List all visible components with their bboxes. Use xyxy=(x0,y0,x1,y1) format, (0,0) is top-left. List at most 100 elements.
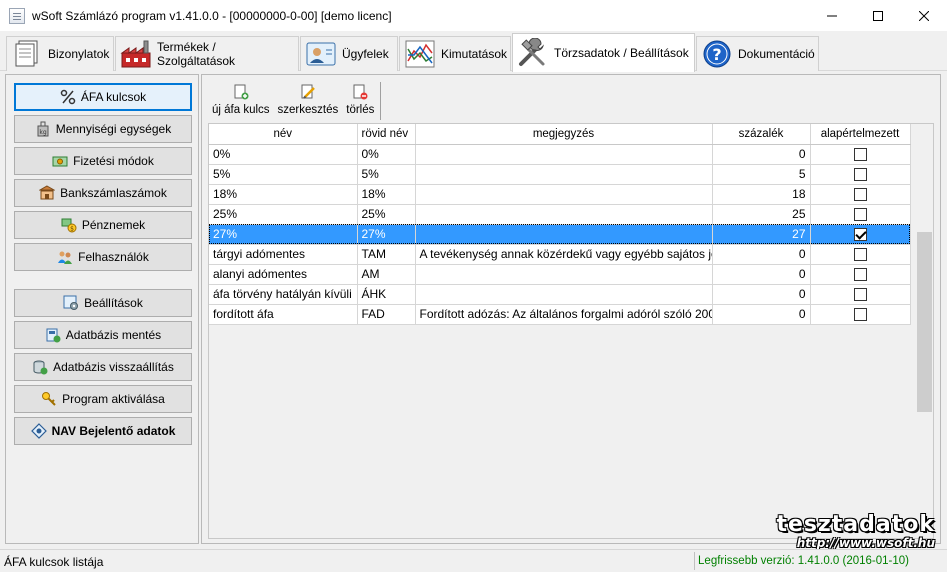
column-header-note[interactable]: megjegyzés xyxy=(415,124,713,145)
help-icon: ? xyxy=(703,40,731,68)
table-row[interactable]: 25% 25% 25 xyxy=(209,204,911,225)
cell-percent: 0 xyxy=(712,284,811,305)
table-row[interactable]: áfa törvény hatályán kívüli ÁHK 0 xyxy=(209,284,911,305)
sidebar-item-fizetesi-modok[interactable]: Fizetési módok xyxy=(14,147,192,175)
column-header-name[interactable]: név xyxy=(209,124,358,145)
content-panel: új áfa kulcs szerkesztés törlés név rövi… xyxy=(201,74,941,544)
default-checkbox[interactable] xyxy=(853,148,867,162)
default-checkbox[interactable] xyxy=(853,308,867,322)
toolbar-separator xyxy=(380,82,382,120)
sidebar-item-label: Pénznemek xyxy=(81,218,146,232)
table-row[interactable]: 5% 5% 5 xyxy=(209,164,911,185)
default-checkbox[interactable] xyxy=(853,268,867,282)
sidebar-item-mennyisegi-egysegek[interactable]: kg Mennyiségi egységek xyxy=(14,115,192,143)
cell-short-name: 18% xyxy=(357,184,416,205)
cell-short-name: TAM xyxy=(357,244,416,265)
status-text: ÁFA kulcsok listája xyxy=(4,555,104,569)
tab-termekek[interactable]: Termékek / Szolgáltatások xyxy=(115,36,299,71)
column-header-percent[interactable]: százalék xyxy=(712,124,811,145)
default-checkbox[interactable] xyxy=(853,168,867,182)
vertical-scrollbar[interactable] xyxy=(916,124,933,538)
grid-toolbar: új áfa kulcs szerkesztés törlés xyxy=(208,78,382,124)
users-icon xyxy=(58,251,73,264)
cell-default xyxy=(810,224,911,245)
cell-note xyxy=(415,164,713,185)
cell-name: 5% xyxy=(209,164,358,185)
default-checkbox[interactable] xyxy=(853,208,867,222)
table-row[interactable]: 0% 0% 0 xyxy=(209,144,911,165)
cell-name: fordított áfa xyxy=(209,304,358,325)
new-document-icon xyxy=(234,84,249,100)
tab-label: Dokumentáció xyxy=(738,47,815,61)
tab-ugyfelek[interactable]: Ügyfelek xyxy=(300,36,398,71)
cell-percent: 27 xyxy=(712,224,811,245)
close-icon xyxy=(919,10,929,21)
cell-name: 27% xyxy=(209,224,358,245)
sidebar-item-afa-kulcsok[interactable]: ÁFA kulcsok xyxy=(14,83,192,111)
sidebar-item-bankszamlaszamok[interactable]: Bankszámlaszámok xyxy=(14,179,192,207)
close-button[interactable] xyxy=(901,0,947,31)
bank-icon xyxy=(39,185,56,200)
database-save-icon xyxy=(46,328,61,343)
default-checkbox[interactable] xyxy=(853,248,867,262)
column-header-default[interactable]: alapértelmezett xyxy=(810,124,911,145)
default-checkbox[interactable] xyxy=(853,188,867,202)
tab-kimutatasok[interactable]: Kimutatások xyxy=(399,36,511,71)
sidebar-item-adatbazis-visszaallitas[interactable]: Adatbázis visszaállítás xyxy=(14,353,192,381)
table-row[interactable]: fordított áfa FAD Fordított adózás: Az á… xyxy=(209,304,911,325)
column-header-short-name[interactable]: rövid név xyxy=(357,124,416,145)
cell-short-name: 0% xyxy=(357,144,416,165)
sidebar-item-label: Bankszámlaszámok xyxy=(60,186,167,200)
maximize-button[interactable] xyxy=(855,0,901,31)
tab-label: Bizonylatok xyxy=(48,47,110,61)
edit-button[interactable]: szerkesztés xyxy=(274,78,343,124)
table-row[interactable]: alanyi adómentes AM 0 xyxy=(209,264,911,285)
tab-bizonylatok[interactable]: Bizonylatok xyxy=(6,36,114,71)
cell-note xyxy=(415,184,713,205)
cell-default xyxy=(810,204,911,225)
title-bar: wSoft Számlázó program v1.41.0.0 - [0000… xyxy=(0,0,947,31)
minimize-button[interactable] xyxy=(809,0,855,31)
table-row[interactable]: 18% 18% 18 xyxy=(209,184,911,205)
cell-note xyxy=(415,224,713,245)
sidebar-item-label: Program aktiválása xyxy=(62,392,165,406)
cell-name: alanyi adómentes xyxy=(209,264,358,285)
sidebar-item-beallitasok[interactable]: Beállítások xyxy=(14,289,192,317)
svg-text:?: ? xyxy=(712,45,721,64)
cell-note xyxy=(415,144,713,165)
delete-button[interactable]: törlés xyxy=(342,78,378,124)
key-icon xyxy=(42,392,56,406)
cell-percent: 0 xyxy=(712,244,811,265)
sidebar-item-nav-bejelento-adatok[interactable]: NAV Bejelentő adatok xyxy=(14,417,192,445)
table-row[interactable]: tárgyi adómentes TAM A tevékenység annak… xyxy=(209,244,911,265)
cell-note xyxy=(415,264,713,285)
svg-text:kg: kg xyxy=(39,129,46,136)
svg-text:$: $ xyxy=(70,226,74,233)
sidebar-item-felhasznalok[interactable]: Felhasználók xyxy=(14,243,192,271)
database-restore-icon xyxy=(33,360,48,375)
tab-label: Ügyfelek xyxy=(342,47,389,61)
edit-label: szerkesztés xyxy=(277,104,339,116)
cell-name: áfa törvény hatályán kívüli xyxy=(209,284,358,305)
tab-dokumentacio[interactable]: ? Dokumentáció xyxy=(696,36,819,71)
new-vat-rate-button[interactable]: új áfa kulcs xyxy=(208,78,274,124)
watermark-url: http://www.wsoft.hu xyxy=(796,536,935,550)
sidebar-item-adatbazis-mentes[interactable]: Adatbázis mentés xyxy=(14,321,192,349)
currency-icon: $ xyxy=(61,218,77,233)
sidebar-item-program-aktivalasa[interactable]: Program aktiválása xyxy=(14,385,192,413)
cell-note: Fordított adózás: Az általános forgalmi … xyxy=(415,304,713,325)
sidebar-item-penznemek[interactable]: $ Pénznemek xyxy=(14,211,192,239)
table-row-selected[interactable]: 27% 27% 27 xyxy=(209,224,911,245)
cell-percent: 18 xyxy=(712,184,811,205)
cell-default xyxy=(810,284,911,305)
cell-default xyxy=(810,184,911,205)
settings-icon xyxy=(63,295,79,310)
latest-version-link[interactable]: Legfrissebb verzió: 1.41.0.0 (2016-01-10… xyxy=(698,555,909,567)
scrollbar-thumb[interactable] xyxy=(917,232,932,412)
sidebar-item-label: Mennyiségi egységek xyxy=(55,122,172,136)
default-checkbox[interactable] xyxy=(853,228,867,242)
factory-icon xyxy=(120,40,151,68)
default-checkbox[interactable] xyxy=(853,288,867,302)
sidebar-item-label: NAV Bejelentő adatok xyxy=(51,424,176,438)
tab-torzsadatok[interactable]: Törzsadatok / Beállítások xyxy=(512,33,695,72)
